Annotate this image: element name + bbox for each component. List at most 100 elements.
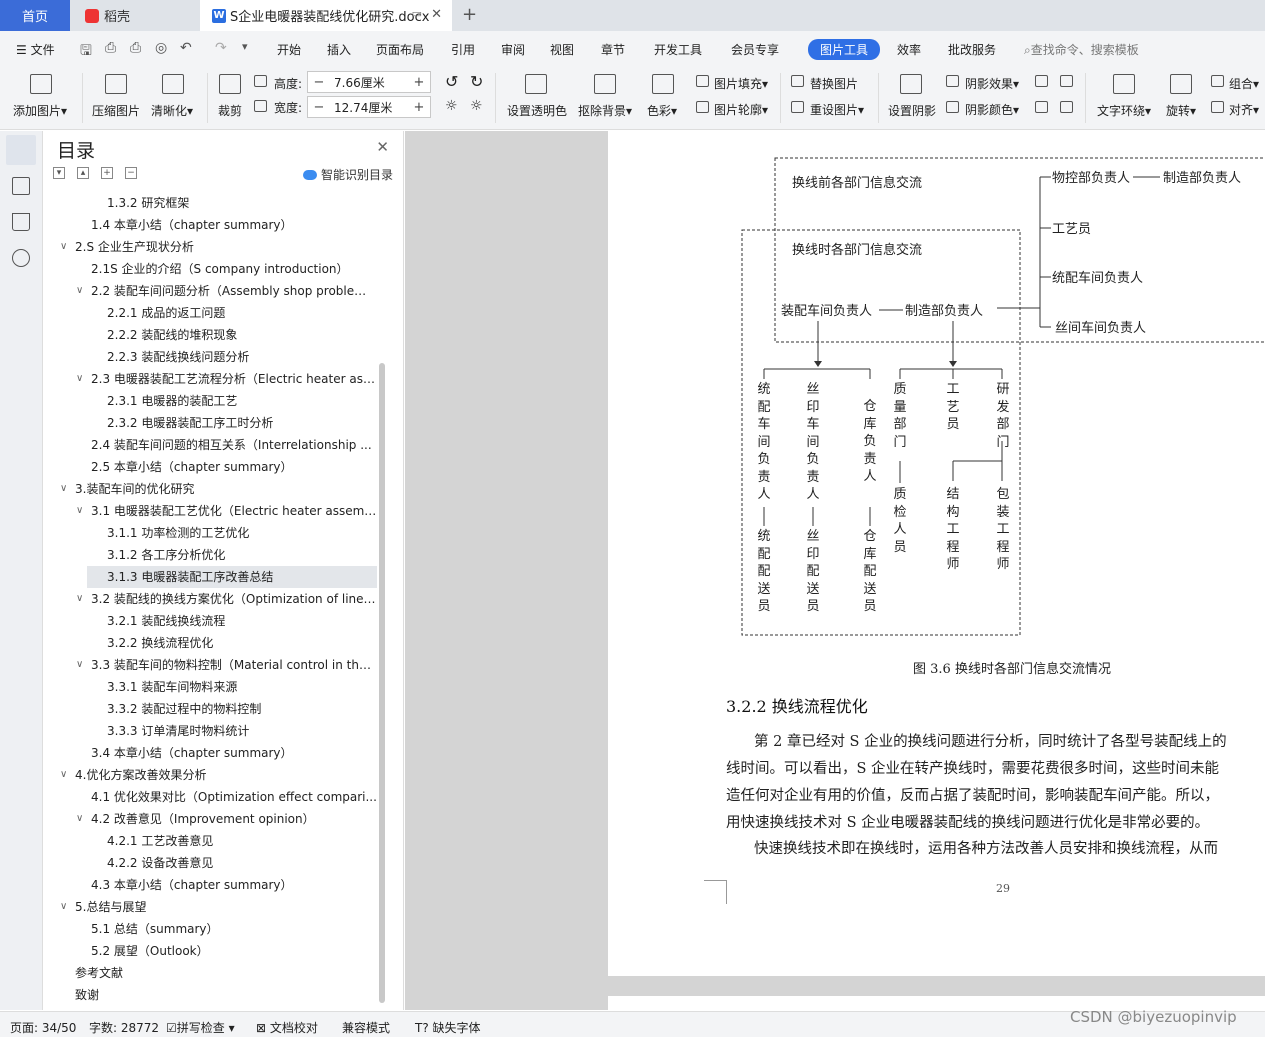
menu-efficiency[interactable]: 效率 [897, 41, 921, 58]
color-button[interactable]: 色彩▾ [647, 102, 677, 119]
brightness-up-icon[interactable]: ☼ [445, 98, 458, 114]
toc-item[interactable]: 5.总结与展望 [75, 896, 377, 918]
shadow-color-button[interactable]: 阴影颜色▾ [965, 101, 1019, 118]
add-heading-icon[interactable]: + [101, 167, 113, 179]
menu-chapter[interactable]: 章节 [601, 41, 625, 58]
menu-view[interactable]: 视图 [550, 41, 574, 58]
crop-button[interactable]: 裁剪 [218, 102, 242, 119]
text-wrap-button[interactable]: 文字环绕▾ [1097, 102, 1151, 119]
toc-item[interactable]: 3.3.1 装配车间物料来源 [107, 676, 377, 698]
preview-icon[interactable]: ◎ [155, 40, 167, 56]
minus-icon[interactable]: − [308, 75, 330, 90]
compat-mode[interactable]: 兼容模式 [342, 1019, 390, 1036]
menu-insert[interactable]: 插入 [327, 41, 351, 58]
toc-scrollbar[interactable] [379, 363, 385, 1003]
toc-item[interactable]: 2.4 装配车间问题的相互关系（Interrelationship ... [91, 434, 377, 456]
chevron-down-icon[interactable]: ∨ [76, 505, 83, 516]
expand-up-icon[interactable]: ▴ [77, 167, 89, 179]
toc-item[interactable]: 3.1 电暖器装配工艺优化（Electric heater assemb... [91, 500, 377, 522]
brightness-down-icon[interactable]: ☼ [470, 98, 483, 114]
toc-item[interactable]: 3.2.1 装配线换线流程 [107, 610, 377, 632]
add-picture-button[interactable]: 添加图片▾ [13, 102, 67, 119]
picture-outline-button[interactable]: 图片轮廓▾ [714, 101, 768, 118]
rotate-left-icon[interactable]: ↺ [445, 72, 458, 91]
outline-icon[interactable] [12, 177, 30, 195]
toc-item[interactable]: 5.1 总结（summary） [91, 918, 377, 940]
menu-devtools[interactable]: 开发工具 [654, 41, 702, 58]
redo-icon[interactable]: ↷ [215, 40, 227, 56]
chevron-down-icon[interactable]: ∨ [60, 241, 67, 252]
toc-item[interactable]: 3.4 本章小结（chapter summary） [91, 742, 377, 764]
tab-daoke[interactable]: 稻壳 [75, 0, 200, 31]
chevron-down-icon[interactable]: ∨ [76, 373, 83, 384]
group-button[interactable]: 组合▾ [1229, 75, 1259, 92]
toc-item[interactable]: 2.2.2 装配线的堆积现象 [107, 324, 377, 346]
toc-item[interactable]: 参考文献 [75, 962, 377, 984]
toc-item[interactable]: 1.4 本章小结（chapter summary） [91, 214, 377, 236]
toc-item[interactable]: 5.2 展望（Outlook） [91, 940, 377, 962]
chevron-down-icon[interactable]: ∨ [60, 483, 67, 494]
toc-item[interactable]: 4.2 改善意见（Improvement opinion） [91, 808, 377, 830]
toc-item[interactable]: 2.3.1 电暖器的装配工艺 [107, 390, 377, 412]
height-value[interactable]: 7.66厘米 [330, 74, 408, 91]
chevron-down-icon[interactable]: ∨ [76, 813, 83, 824]
toc-item[interactable]: 4.3 本章小结（chapter summary） [91, 874, 377, 896]
menu-reference[interactable]: 引用 [451, 41, 475, 58]
menu-picture-tools[interactable]: 图片工具 [808, 39, 881, 60]
tab-document[interactable]: W S企业电暖器装配线优化研究.docx ▭ ✕ [200, 0, 452, 31]
undo-icon[interactable]: ↶ [180, 40, 192, 56]
clarify-button[interactable]: 清晰化▾ [151, 102, 193, 119]
tab-home[interactable]: 首页 [0, 0, 70, 31]
toc-item[interactable]: 2.3 电暖器装配工艺流程分析（Electric heater ass... [91, 368, 377, 390]
page-indicator[interactable]: 页面: 34/50 [10, 1019, 76, 1036]
plus-icon[interactable]: + [408, 75, 430, 90]
shadow-down-icon[interactable] [1060, 75, 1073, 87]
picture-fill-button[interactable]: 图片填充▾ [714, 75, 768, 92]
print-icon[interactable]: ⎙ [130, 40, 141, 56]
word-count[interactable]: 字数: 28772 [89, 1019, 159, 1036]
shadow-right-icon[interactable] [1060, 101, 1073, 113]
new-tab-icon[interactable]: + [462, 4, 477, 25]
toc-item[interactable]: 3.装配车间的优化研究 [75, 478, 377, 500]
width-value[interactable]: 12.74厘米 [330, 99, 408, 116]
toc-item[interactable]: 2.2.3 装配线换线问题分析 [107, 346, 377, 368]
remove-heading-icon[interactable]: − [125, 167, 137, 179]
toc-item[interactable]: 2.2.1 成品的返工问题 [107, 302, 377, 324]
toc-item[interactable]: 4.优化方案改善效果分析 [75, 764, 377, 786]
menu-review[interactable]: 审阅 [501, 41, 525, 58]
toc-item[interactable]: 2.1S 企业的介绍（S company introduction） [91, 258, 377, 280]
toc-item[interactable]: 3.3.3 订单清尾时物料统计 [107, 720, 377, 742]
save-icon[interactable]: 🖫 [80, 40, 92, 64]
collapse-all-icon[interactable]: ▾ [53, 167, 65, 179]
remove-background-button[interactable]: 抠除背景▾ [578, 102, 632, 119]
chevron-down-icon[interactable]: ∨ [76, 285, 83, 296]
toc-item[interactable]: 3.3.2 装配过程中的物料控制 [107, 698, 377, 720]
toc-item[interactable]: 1.3.2 研究框架 [107, 192, 377, 214]
plus-icon[interactable]: + [408, 100, 430, 115]
replace-picture-button[interactable]: 替换图片 [810, 75, 858, 92]
toc-item[interactable]: 3.2 装配线的换线方案优化（Optimization of line ... [91, 588, 377, 610]
menu-start[interactable]: 开始 [277, 41, 301, 58]
chevron-down-icon[interactable]: ∨ [60, 769, 67, 780]
toc-item[interactable]: 3.2.2 换线流程优化 [107, 632, 377, 654]
shadow-effect-button[interactable]: 阴影效果▾ [965, 75, 1019, 92]
toc-item[interactable]: 致谢 [75, 984, 377, 1004]
shadow-left-icon[interactable] [1035, 101, 1048, 113]
rotate-right-icon[interactable]: ↻ [470, 72, 483, 91]
toc-item[interactable]: 3.1.1 功率检测的工艺优化 [107, 522, 377, 544]
proofread-button[interactable]: ⊠ 文档校对 [256, 1019, 318, 1036]
close-icon[interactable]: ✕ [431, 7, 442, 22]
smart-toc-button[interactable]: 智能识别目录 [302, 166, 393, 183]
menu-member[interactable]: 会员专享 [731, 41, 779, 58]
compress-button[interactable]: 压缩图片 [92, 102, 140, 119]
toc-panel-icon[interactable] [6, 135, 36, 165]
toc-item[interactable]: 2.2 装配车间问题分析（Assembly shop problem ... [91, 280, 377, 302]
set-shadow-button[interactable]: 设置阴影 [888, 102, 936, 119]
command-search[interactable]: ⌕查找命令、搜索模板 [1024, 41, 1139, 58]
chevron-down-icon[interactable]: ∨ [76, 659, 83, 670]
spell-check-button[interactable]: ☑拼写检查 ▾ [166, 1019, 235, 1036]
chevron-down-icon[interactable]: ∨ [76, 593, 83, 604]
toc-item[interactable]: 4.2.2 设备改善意见 [107, 852, 377, 874]
rotate-button[interactable]: 旋转▾ [1166, 102, 1196, 119]
close-icon[interactable]: ✕ [376, 138, 389, 156]
